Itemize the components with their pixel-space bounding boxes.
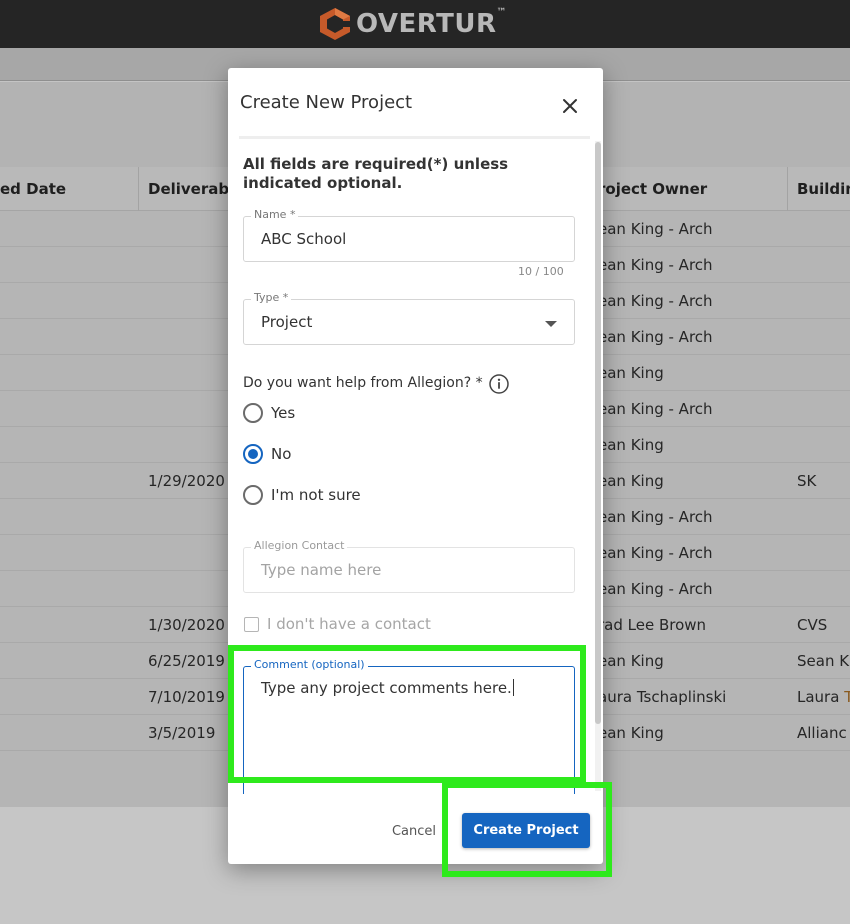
allegion-contact-label: Allegion Contact [251, 539, 348, 552]
project-owner-cell: aura Tschaplinski [598, 688, 727, 706]
title-divider [239, 136, 590, 139]
deliverable-date-cell: 6/25/2019 [148, 652, 225, 670]
no-contact-checkbox-label[interactable]: I don't have a contact [267, 615, 431, 633]
building-cell [797, 427, 850, 463]
building-cell [797, 499, 850, 535]
create-project-button[interactable]: Create Project [462, 813, 590, 848]
deliverable-date-cell [148, 355, 233, 391]
building-cell: Sean K [797, 652, 850, 670]
deliverable-date-cell [148, 427, 233, 463]
project-owner-cell: ean King - Arch [598, 292, 713, 310]
deliverable-date-cell: 1/29/2020 [148, 472, 225, 490]
allegion-contact-field[interactable]: Allegion Contact Type name here [243, 539, 575, 593]
radio-not-sure-label[interactable]: I'm not sure [271, 486, 361, 504]
project-owner-cell: rad Lee Brown [598, 616, 707, 634]
building-cell: Laura T [797, 688, 850, 706]
allegion-contact-placeholder: Type name here [261, 561, 382, 579]
allegion-help-question: Do you want help from Allegion? * [243, 375, 483, 391]
comment-textarea[interactable]: Comment (optional) Type any project comm… [243, 658, 575, 794]
deliverable-date-cell [148, 499, 233, 535]
deliverable-date-cell [148, 571, 233, 607]
deliverable-date-cell [148, 211, 233, 247]
column-header-date[interactable]: ed Date [0, 167, 138, 211]
close-icon[interactable] [558, 94, 582, 118]
deliverable-date-cell: 7/10/2019 [148, 688, 225, 706]
building-cell: CVS [797, 616, 828, 634]
building-cell: SK [797, 472, 817, 490]
scrollbar-thumb[interactable] [595, 142, 601, 724]
building-cell [797, 247, 850, 283]
radio-yes-label[interactable]: Yes [271, 404, 295, 422]
building-cell [797, 571, 850, 607]
radio-no[interactable] [243, 444, 263, 464]
chevron-down-icon[interactable] [545, 321, 557, 327]
building-cell [797, 283, 850, 319]
name-field-label: Name * [251, 208, 299, 221]
type-select-value: Project [261, 313, 313, 331]
required-fields-note: All fields are required(*) unless indica… [243, 155, 509, 192]
info-icon[interactable] [488, 373, 510, 395]
column-divider [787, 167, 788, 211]
deliverable-date-cell [148, 247, 233, 283]
deliverable-date-cell: 3/5/2019 [148, 724, 216, 742]
top-header: OVERTUR™ [0, 0, 850, 48]
deliverable-date-cell: 1/30/2020 [148, 616, 225, 634]
project-owner-cell: ean King - Arch [598, 256, 713, 274]
project-owner-cell: ean King - Arch [598, 328, 713, 346]
text-cursor [512, 679, 514, 696]
column-header-deliverable[interactable]: Deliverabl [148, 167, 238, 211]
radio-not-sure[interactable] [243, 485, 263, 505]
name-field-value[interactable]: ABC School [261, 230, 346, 248]
project-owner-cell: ean King - Arch [598, 508, 713, 526]
project-owner-cell: ean King [598, 436, 664, 454]
building-cell [797, 391, 850, 427]
radio-yes[interactable] [243, 403, 263, 423]
deliverable-date-cell [148, 283, 233, 319]
project-owner-cell: ean King - Arch [598, 544, 713, 562]
project-owner-cell: ean King - Arch [598, 580, 713, 598]
building-cell [797, 535, 850, 571]
radio-no-label[interactable]: No [271, 445, 291, 463]
building-cell [797, 211, 850, 247]
type-select-label: Type * [251, 291, 292, 304]
project-owner-cell: ean King [598, 652, 664, 670]
deliverable-date-cell [148, 535, 233, 571]
name-char-counter: 10 / 100 [518, 265, 564, 278]
column-header-project-owner[interactable]: roject Owner [598, 167, 778, 211]
project-owner-cell: ean King [598, 472, 664, 490]
column-header-building[interactable]: Buildin [797, 167, 850, 211]
comment-label: Comment (optional) [251, 658, 368, 671]
column-divider [138, 167, 139, 211]
building-cell [797, 355, 850, 391]
project-owner-cell: ean King - Arch [598, 400, 713, 418]
dialog-title: Create New Project [240, 92, 413, 113]
project-owner-cell: ean King [598, 364, 664, 382]
create-project-dialog: Create New Project All fields are requir… [228, 68, 603, 864]
comment-value[interactable]: Type any project comments here. [261, 679, 514, 697]
cancel-button[interactable]: Cancel [386, 820, 442, 842]
no-contact-checkbox[interactable] [244, 617, 259, 632]
name-field[interactable]: Name * ABC School [243, 208, 575, 262]
deliverable-date-cell [148, 391, 233, 427]
building-cell: Allianc [797, 724, 847, 742]
building-cell [797, 319, 850, 355]
type-select[interactable]: Type * Project [243, 291, 575, 345]
app-brand-name: OVERTUR™ [356, 7, 508, 39]
project-owner-cell: ean King - Arch [598, 220, 713, 238]
overtur-logo-icon [320, 8, 352, 40]
project-owner-cell: ean King [598, 724, 664, 742]
app-logo[interactable]: OVERTUR™ [318, 4, 507, 44]
deliverable-date-cell [148, 319, 233, 355]
